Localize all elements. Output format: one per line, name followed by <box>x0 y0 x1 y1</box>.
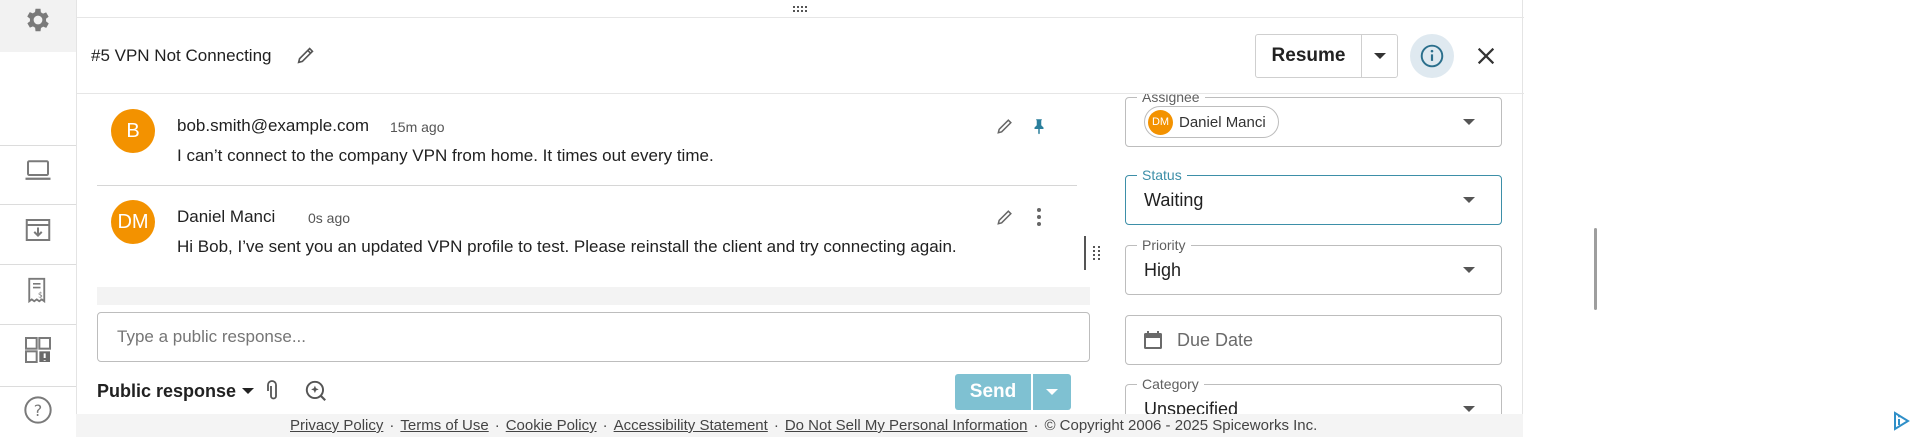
terms-of-use-link[interactable]: Terms of Use <box>400 417 488 434</box>
ticket-title: #5 VPN Not Connecting <box>91 46 272 65</box>
left-rail: $ ? <box>0 0 76 437</box>
due-date-field[interactable]: Due Date <box>1125 315 1502 365</box>
chevron-down-icon <box>1463 197 1475 203</box>
svg-text:$: $ <box>38 291 43 300</box>
calendar-icon <box>1144 331 1162 349</box>
copyright-text: © Copyright 2006 - 2025 Spiceworks Inc. <box>1044 417 1318 434</box>
assignee-field[interactable]: Assignee DM Daniel Manci <box>1125 94 1502 147</box>
page-footer: Privacy Policy · Terms of Use · Cookie Polic… <box>76 414 1523 437</box>
priority-value: High <box>1144 260 1182 280</box>
avatar: DM <box>111 200 155 244</box>
message-author: bob.smith@example.com <box>177 116 370 135</box>
message-thread: B bob.smith@example.com 15m ago I can’t … <box>77 94 1077 302</box>
gear-icon[interactable] <box>0 0 76 40</box>
due-date-placeholder: Due Date <box>1177 330 1254 350</box>
more-options-icon[interactable] <box>1027 205 1051 229</box>
app-root: $ ? #5 VPN Not Connecting Resume B bob.s… <box>0 0 1918 437</box>
footer-links: Privacy Policy · Terms of Use · Cookie Polic… <box>290 417 1317 434</box>
rail-divider <box>0 204 76 205</box>
footer-separator: · <box>602 417 608 434</box>
rail-divider <box>0 386 76 387</box>
resume-button[interactable]: Resume <box>1255 34 1362 78</box>
chevron-down-icon <box>242 388 255 394</box>
message-time: 0s ago <box>308 210 351 226</box>
send-options-caret-icon[interactable] <box>1033 374 1071 410</box>
message-scroll-fade <box>97 287 1090 305</box>
priority-label: Priority <box>1137 237 1191 253</box>
chevron-down-icon <box>1463 406 1475 412</box>
footer-separator: · <box>773 417 779 434</box>
paperclip-icon[interactable] <box>260 378 284 409</box>
category-field[interactable]: Category Unspecified <box>1125 376 1502 414</box>
ai-assist-icon[interactable] <box>303 378 329 409</box>
edit-message-pencil-icon[interactable] <box>993 114 1017 138</box>
rail-divider <box>0 264 76 265</box>
resume-dropdown-caret-icon[interactable] <box>1361 34 1398 78</box>
avatar: B <box>111 109 155 153</box>
assignee-label: Assignee <box>1137 94 1205 105</box>
pane-splitter-grip-icon[interactable] <box>1087 236 1107 270</box>
status-label: Status <box>1137 167 1187 183</box>
footer-separator: · <box>1033 417 1039 434</box>
category-label: Category <box>1137 376 1204 392</box>
edit-title-pencil-icon[interactable] <box>295 44 317 71</box>
adchoices-icon[interactable] <box>1890 410 1912 432</box>
status-field[interactable]: Status Waiting <box>1125 167 1502 225</box>
do-not-sell-link[interactable]: Do Not Sell My Personal Information <box>785 417 1028 434</box>
ticket-fields: Assignee DM Daniel Manci Status Waiting … <box>1125 94 1524 414</box>
chevron-down-icon <box>1463 119 1475 125</box>
avatar: DM <box>1148 109 1173 135</box>
response-input[interactable] <box>97 312 1090 362</box>
pin-icon[interactable] <box>1027 114 1051 138</box>
invoice-icon[interactable]: $ <box>0 270 76 310</box>
pane-splitter[interactable] <box>1084 236 1086 270</box>
accessibility-statement-link[interactable]: Accessibility Statement <box>614 417 768 434</box>
response-mode-label: Public response <box>97 381 237 401</box>
svg-text:?: ? <box>34 401 43 420</box>
assignee-chip[interactable]: DM Daniel Manci <box>1144 106 1279 138</box>
laptop-icon[interactable] <box>0 150 76 190</box>
message-time: 15m ago <box>390 119 445 135</box>
send-button[interactable]: Send <box>955 374 1031 410</box>
help-icon[interactable]: ? <box>0 390 76 430</box>
ticket-panel: #5 VPN Not Connecting Resume B bob.smith… <box>76 0 1597 437</box>
priority-field[interactable]: Priority High <box>1125 237 1502 295</box>
dashboard-alert-icon[interactable] <box>0 330 76 370</box>
edit-message-pencil-icon[interactable] <box>993 205 1017 229</box>
message-author: Daniel Manci <box>177 207 276 226</box>
ticket-header: #5 VPN Not Connecting Resume <box>77 18 1524 94</box>
info-icon[interactable] <box>1410 34 1454 78</box>
response-mode-dropdown[interactable]: Public response <box>97 381 255 402</box>
download-tray-icon[interactable] <box>0 210 76 250</box>
message-body: Hi Bob, I’ve sent you an updated VPN pro… <box>177 237 957 256</box>
fields-scrollbar[interactable] <box>1594 228 1597 310</box>
status-value: Waiting <box>1144 190 1204 210</box>
rail-divider <box>0 324 76 325</box>
footer-separator: · <box>389 417 395 434</box>
panel-drag-handle[interactable] <box>77 0 1524 18</box>
message-divider <box>97 185 1077 186</box>
category-value: Unspecified <box>1144 399 1239 414</box>
rail-divider <box>0 145 76 146</box>
message-body: I can’t connect to the company VPN from … <box>177 146 714 165</box>
cookie-policy-link[interactable]: Cookie Policy <box>506 417 597 434</box>
close-icon[interactable] <box>1466 36 1506 76</box>
chevron-down-icon <box>1463 267 1475 273</box>
footer-separator: · <box>494 417 500 434</box>
privacy-policy-link[interactable]: Privacy Policy <box>290 417 383 434</box>
assignee-name: Daniel Manci <box>1179 113 1266 131</box>
